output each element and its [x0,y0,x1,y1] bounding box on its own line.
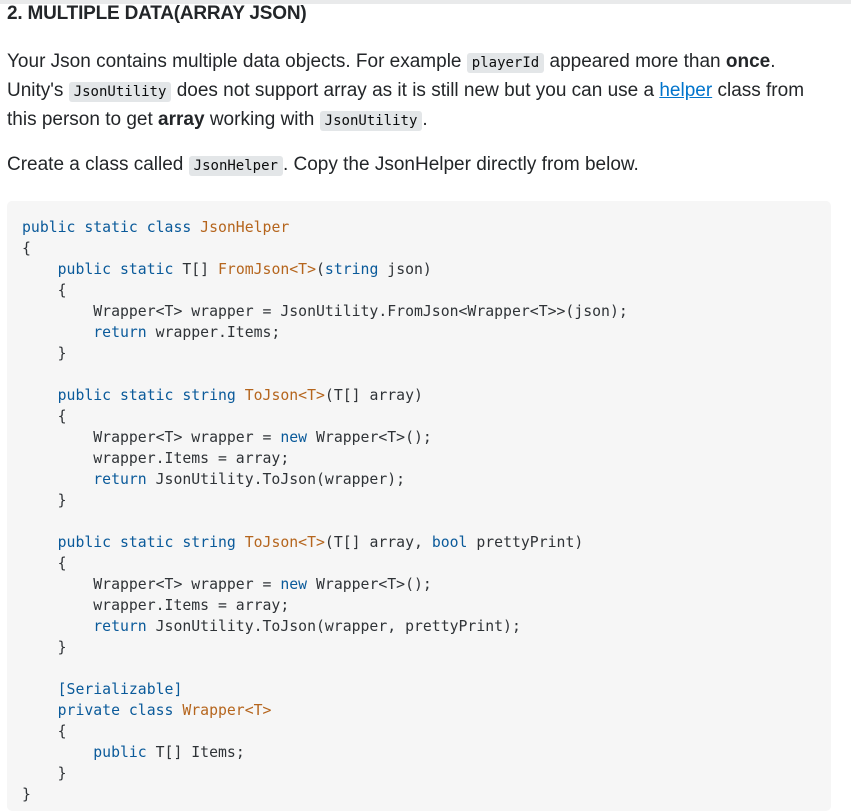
code-line: } [22,639,67,656]
code-line: public static class JsonHelper [22,219,290,236]
instruction-paragraph: Create a class called JsonHelper. Copy t… [7,151,847,180]
code-line: wrapper.Items = array; [22,450,290,467]
code-line: return wrapper.Items; [22,324,281,341]
inline-code-jsonutility: JsonUtility [319,111,423,131]
text: . Copy the JsonHelper directly from belo… [282,154,639,175]
text: this person to get [7,109,159,130]
code-line: Wrapper<T> wrapper = new Wrapper<T>(); [22,429,432,446]
section-heading: 2. MULTIPLE DATA(ARRAY JSON) [7,3,307,24]
code-line: wrapper.Items = array; [22,597,290,614]
code-line: } [22,345,67,362]
helper-link[interactable]: helper [659,80,712,101]
code-line: private class Wrapper<T> [22,702,272,719]
text: . [770,51,776,72]
code-line: { [22,408,67,425]
inline-code-playerid: playerId [466,53,545,73]
code-line: { [22,282,67,299]
code-line: public static string ToJson<T>(T[] array… [22,387,423,404]
code-line: { [22,555,67,572]
code-block[interactable]: public static class JsonHelper { public … [7,201,831,811]
code-line: } [22,492,67,509]
inline-code-jsonhelper: JsonHelper [188,156,283,176]
code-line: Wrapper<T> wrapper = JsonUtility.FromJso… [22,303,628,320]
code-line: } [22,786,31,803]
intro-paragraph: Your Json contains multiple data objects… [7,48,847,135]
code-line: { [22,240,31,257]
text: appeared more than [544,51,726,72]
code-line: public static string ToJson<T>(T[] array… [22,534,584,551]
text: does not support array as it is still ne… [171,80,660,101]
text: class from [712,80,805,101]
text: Unity's [7,80,69,101]
text: . [422,109,428,130]
code-line: { [22,723,67,740]
code-line: [Serializable] [22,681,183,698]
text: Your Json contains multiple data objects… [7,51,467,72]
code-line: Wrapper<T> wrapper = new Wrapper<T>(); [22,576,432,593]
bold-array: array [158,109,205,130]
code-line: public static T[] FromJson<T>(string jso… [22,261,432,278]
bold-once: once [725,51,771,72]
text: working with [204,109,320,130]
text: Create a class called [7,154,189,175]
inline-code-jsonutility: JsonUtility [68,82,172,102]
code-line: return JsonUtility.ToJson(wrapper, prett… [22,618,521,635]
code-line: } [22,765,67,782]
code-line: public T[] Items; [22,744,245,761]
code-line: return JsonUtility.ToJson(wrapper); [22,471,406,488]
